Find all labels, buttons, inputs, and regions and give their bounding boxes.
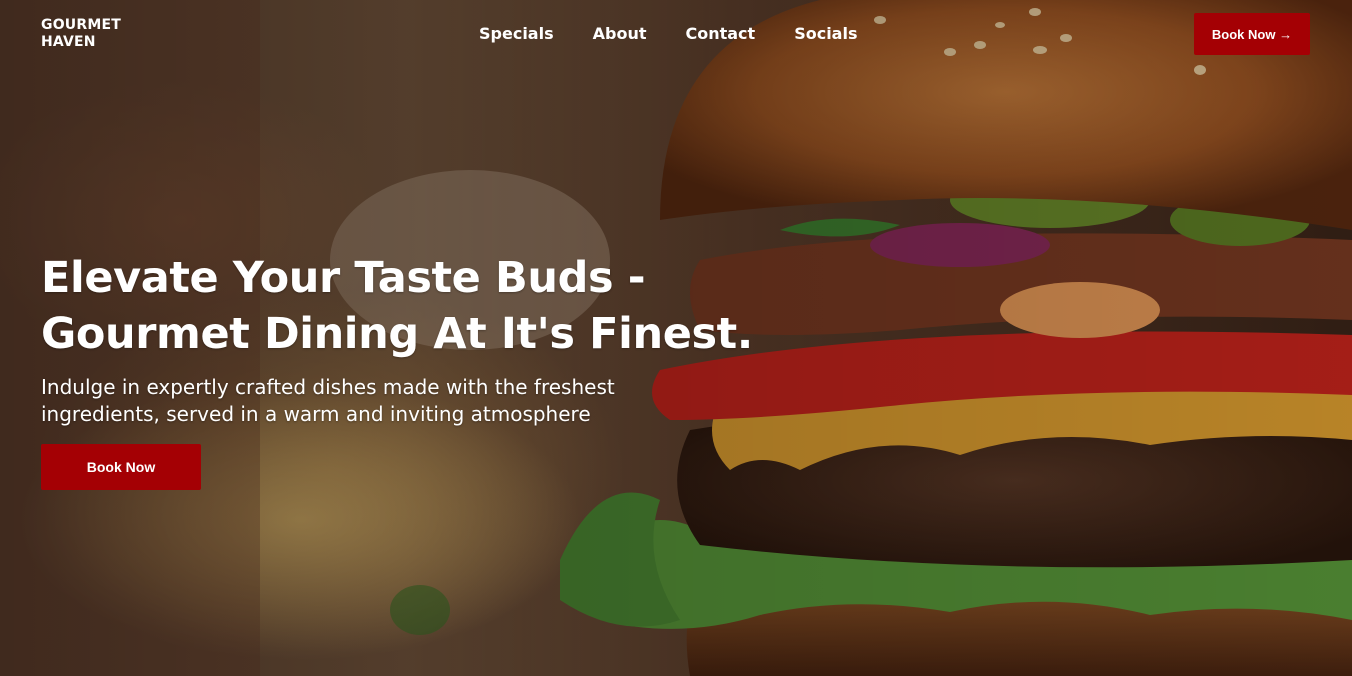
hero-book-now-button[interactable]: Book Now: [41, 444, 201, 490]
header-book-now-button[interactable]: Book Now →: [1194, 13, 1310, 55]
top-navigation: GOURMET HAVEN Specials About Contact Soc…: [0, 0, 1352, 70]
nav-links: Specials About Contact Socials: [479, 24, 857, 44]
hero-headline-line1: Elevate Your Taste Buds -: [41, 253, 646, 303]
brand-logo-line1: GOURMET: [41, 17, 121, 33]
hero-headline: Elevate Your Taste Buds - Gourmet Dining…: [41, 250, 801, 362]
brand-logo[interactable]: GOURMET HAVEN: [41, 17, 151, 51]
hero-section: GOURMET HAVEN Specials About Contact Soc…: [0, 0, 1352, 676]
nav-link-socials[interactable]: Socials: [794, 24, 857, 44]
hero-content: Elevate Your Taste Buds - Gourmet Dining…: [41, 250, 801, 490]
brand-logo-line2: HAVEN: [41, 34, 96, 50]
nav-link-specials[interactable]: Specials: [479, 24, 554, 44]
nav-link-contact[interactable]: Contact: [685, 24, 755, 44]
hero-subtext: Indulge in expertly crafted dishes made …: [41, 375, 615, 426]
hero-headline-line2: Gourmet Dining At It's Finest.: [41, 309, 753, 359]
nav-link-about[interactable]: About: [593, 24, 647, 44]
